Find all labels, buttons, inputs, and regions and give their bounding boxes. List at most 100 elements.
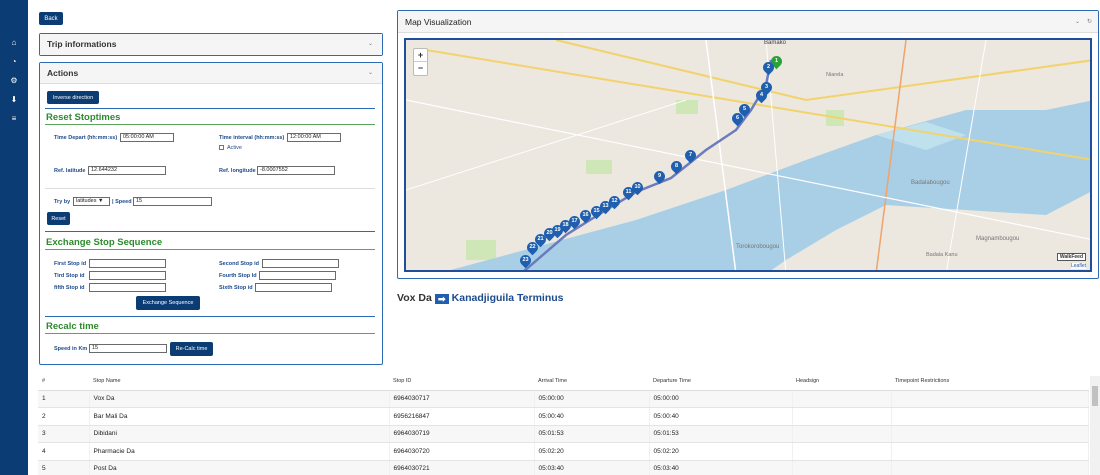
fifth-stop-input[interactable]	[89, 283, 166, 292]
speed-input[interactable]: 15	[133, 197, 212, 206]
route-title: Vox Da ➡ Kanadjiguila Terminus	[397, 292, 564, 304]
column-header[interactable]: Stop ID	[389, 372, 534, 391]
exchange-title: Exchange Stop Sequence	[46, 237, 163, 248]
stops-table-container: # Stop Name Stop ID Arrival Time Departu…	[38, 372, 1100, 475]
table-cell: 6964030719	[389, 425, 535, 443]
column-header[interactable]: Departure Time	[649, 372, 792, 391]
fifth-stop-label: fifth Stop id	[54, 285, 85, 291]
actions-header[interactable]: Actions ⌄	[40, 63, 382, 84]
home-icon[interactable]: ⌂	[8, 37, 20, 49]
table-row[interactable]: 5 Post Da 6964030721 05:03:40 05:03:40	[38, 460, 1089, 475]
table-row[interactable]: 4 Pharmacie Da 6964030720 05:02:20 05:02…	[38, 442, 1089, 461]
time-depart-input[interactable]: 05:00:00 AM	[120, 133, 174, 142]
third-stop-label: Tird Stop id	[54, 273, 85, 279]
trip-info-header[interactable]: Trip informations ⌄	[40, 34, 382, 55]
table-cell: Dibidani	[89, 425, 390, 443]
exchange-sequence-button[interactable]: Exchange Sequence	[136, 296, 200, 310]
table-row[interactable]: 2 Bar Mali Da 6956216847 05:00:40 05:00:…	[38, 407, 1089, 426]
column-header[interactable]: Stop Name	[89, 372, 389, 391]
download-icon[interactable]: ⬇	[8, 94, 20, 106]
list-icon[interactable]: ≡	[8, 113, 20, 125]
table-cell: 05:03:40	[534, 460, 650, 475]
table-cell: 1	[38, 390, 90, 408]
table-cell: 05:00:40	[534, 407, 650, 426]
table-cell: 6964030720	[389, 442, 535, 461]
map[interactable]: + − Bamako Niarela Badalabougou Torokoro…	[404, 38, 1092, 272]
table-cell: 05:00:00	[649, 390, 793, 408]
ref-latitude-input[interactable]: 12.644232	[88, 166, 166, 175]
table-cell: 6964030717	[389, 390, 535, 408]
active-checkbox[interactable]	[219, 145, 224, 150]
city-label: Torokorobougou	[736, 244, 780, 250]
back-button[interactable]: Back	[39, 12, 63, 25]
zoom-out-button[interactable]: −	[414, 62, 427, 75]
map-marker[interactable]: 8	[668, 158, 685, 175]
chevron-down-icon[interactable]: ⌄	[368, 34, 373, 55]
map-marker[interactable]: 22	[524, 239, 541, 256]
reset-button[interactable]: Reset	[47, 212, 70, 225]
scrollbar-thumb[interactable]	[1092, 386, 1098, 406]
map-marker[interactable]: 4	[753, 87, 770, 104]
time-interval-input[interactable]: 12:00:00 AM	[287, 133, 341, 142]
first-stop-input[interactable]	[89, 259, 166, 268]
second-stop-input[interactable]	[262, 259, 339, 268]
table-scrollbar[interactable]	[1090, 376, 1100, 475]
table-cell	[891, 460, 1089, 475]
try-by-value: latitudes	[76, 198, 97, 204]
dashboard-icon[interactable]: ◔	[8, 56, 20, 68]
table-cell: 4	[38, 442, 90, 461]
table-cell: Post Da	[89, 460, 390, 475]
sixth-stop-input[interactable]	[255, 283, 332, 292]
try-by-select[interactable]: latitudes ▼	[73, 197, 110, 206]
recalc-title: Recalc time	[46, 321, 99, 332]
first-stop-label: First Stop id	[54, 261, 87, 267]
column-header[interactable]: #	[38, 372, 89, 391]
divider	[45, 231, 375, 232]
chevron-down-icon[interactable]: ⌄	[368, 63, 373, 84]
ref-longitude-input[interactable]: -8.0007552	[257, 166, 335, 175]
map-marker[interactable]: 6	[729, 110, 746, 127]
column-header[interactable]: Timepoint Restrictions	[891, 372, 1088, 391]
table-cell	[792, 442, 892, 461]
divider	[45, 316, 375, 317]
attribution-badge: WalkFeed	[1056, 253, 1086, 261]
map-marker[interactable]: 2	[760, 59, 777, 76]
table-cell: 6956216847	[389, 407, 535, 426]
second-stop-label: Second Stop id	[219, 261, 260, 267]
sidebar: ⌂ ◔ ⚙ ⬇ ≡	[0, 0, 28, 475]
settings-icon[interactable]: ⚙	[8, 75, 20, 87]
column-header[interactable]: Headsign	[792, 372, 891, 391]
table-cell	[792, 425, 892, 443]
time-interval-label: Time interval (hh:mm:ss)	[219, 135, 285, 141]
divider	[45, 333, 375, 334]
map-marker[interactable]: 23	[517, 252, 534, 269]
map-marker[interactable]: 11	[620, 184, 637, 201]
reset-stoptimes-title: Reset Stoptimes	[46, 112, 121, 123]
leaflet-link[interactable]: Leaflet	[1070, 263, 1086, 269]
table-cell	[792, 407, 892, 426]
table-cell: Bar Mali Da	[89, 407, 390, 426]
zoom-in-button[interactable]: +	[414, 49, 427, 62]
active-label: Active	[227, 145, 242, 151]
actions-title: Actions	[47, 68, 79, 78]
map-marker[interactable]: 9	[651, 168, 668, 185]
table-cell: Vox Da	[89, 390, 390, 408]
divider	[45, 124, 375, 125]
refresh-icon[interactable]: ↻	[1087, 11, 1092, 33]
table-cell: 05:03:40	[649, 460, 793, 475]
table-row[interactable]: 1 Vox Da 6964030717 05:00:00 05:00:00	[38, 390, 1089, 408]
recalc-time-button[interactable]: Re-Calc time	[170, 342, 213, 356]
map-marker[interactable]: 7	[682, 147, 699, 164]
third-stop-input[interactable]	[89, 271, 166, 280]
table-row[interactable]: 3 Dibidani 6964030719 05:01:53 05:01:53	[38, 425, 1089, 443]
route-from: Vox Da	[397, 292, 432, 304]
table-cell	[792, 460, 892, 475]
inverse-direction-button[interactable]: Inverse direction	[47, 91, 99, 104]
chevron-down-icon[interactable]: ⌄	[1075, 11, 1080, 33]
column-header[interactable]: Arrival Time	[534, 372, 649, 391]
table-cell: 2	[38, 407, 90, 426]
fourth-stop-input[interactable]	[259, 271, 336, 280]
speed-km-input[interactable]: 15	[89, 344, 167, 353]
zoom-control: + −	[413, 48, 428, 76]
map-header[interactable]: Map Visualization ⌄ ↻	[398, 11, 1098, 33]
